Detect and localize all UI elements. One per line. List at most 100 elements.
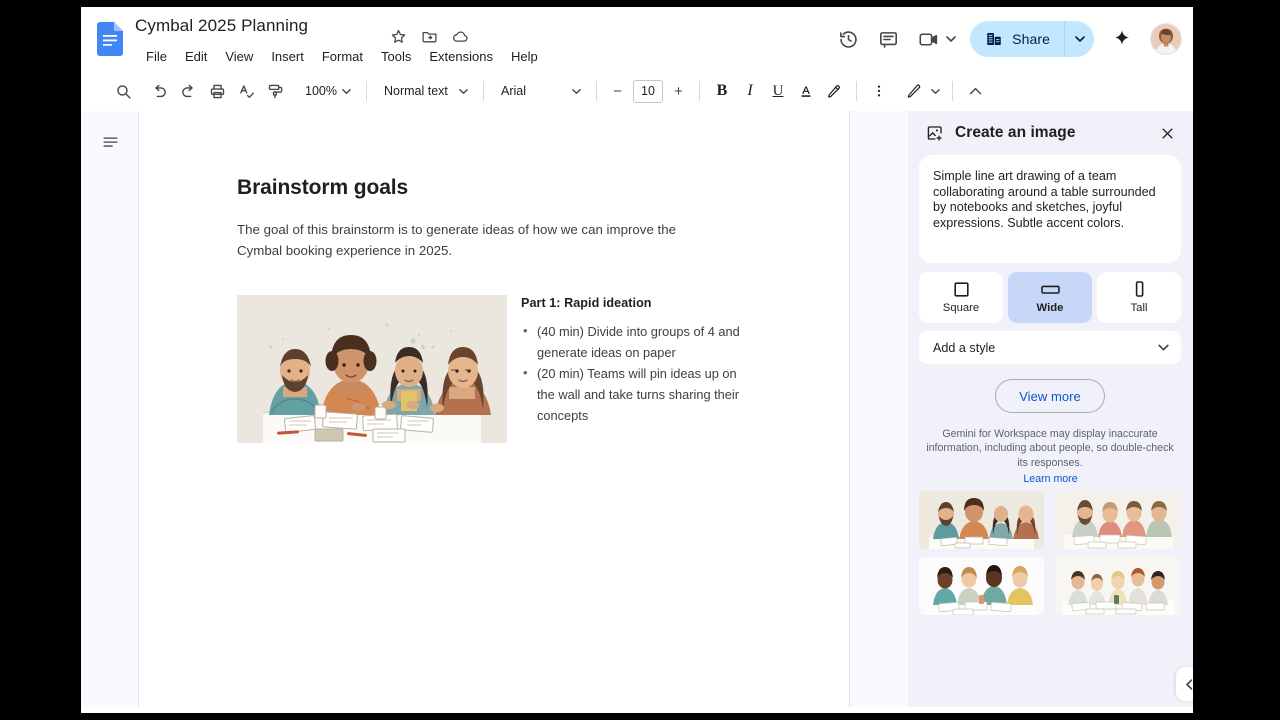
menu-insert[interactable]: Insert <box>262 47 313 66</box>
comment-icon[interactable] <box>868 19 908 59</box>
paragraph-style-value: Normal text <box>383 84 448 98</box>
print-icon[interactable] <box>203 77 232 106</box>
font-family-value: Arial <box>500 84 526 98</box>
zoom-selector[interactable]: 100% <box>297 77 358 105</box>
redo-icon[interactable] <box>174 77 203 106</box>
cloud-saved-icon[interactable] <box>452 28 469 45</box>
text-color-icon[interactable] <box>792 77 820 105</box>
avatar[interactable] <box>1150 23 1182 55</box>
menu-file[interactable]: File <box>137 47 176 66</box>
view-more-label: View more <box>1019 388 1081 404</box>
square-ratio-icon <box>953 281 969 297</box>
toolbar-divider <box>855 81 857 101</box>
title-block: Cymbal 2025 Planning <box>135 16 468 43</box>
italic-label: I <box>747 82 753 99</box>
toolbar-divider <box>595 81 597 101</box>
doc-heading: Brainstorm goals <box>237 176 409 199</box>
version-history-icon[interactable] <box>828 19 868 59</box>
highlight-pen-icon[interactable] <box>820 77 848 105</box>
undo-icon[interactable] <box>145 77 174 106</box>
learn-more-link[interactable]: Learn more <box>908 473 1193 485</box>
menu-extensions[interactable]: Extensions <box>420 47 502 66</box>
paragraph-style-selector[interactable]: Normal text <box>375 77 475 105</box>
formatting-toolbar: 100% Normal text Arial − 10 + B I U <box>81 71 1193 111</box>
gemini-sparkle-icon[interactable] <box>1102 19 1142 59</box>
generated-image-thumbnail-1[interactable] <box>919 491 1044 549</box>
menu-edit[interactable]: Edit <box>176 47 216 66</box>
google-docs-icon[interactable] <box>97 22 123 56</box>
star-icon[interactable] <box>390 28 407 45</box>
font-size-input[interactable]: 10 <box>632 79 663 103</box>
menu-tools[interactable]: Tools <box>372 47 420 66</box>
editing-pencil-icon[interactable] <box>900 77 928 105</box>
prompt-input[interactable]: Simple line art drawing of a team collab… <box>919 155 1181 263</box>
tall-ratio-icon <box>1134 281 1145 297</box>
google-docs-window: Cymbal 2025 Planning File Edit View Inse… <box>81 7 1193 713</box>
italic-button[interactable]: I <box>736 77 764 105</box>
toolbar-divider <box>951 81 953 101</box>
chevron-down-icon <box>339 83 355 99</box>
view-more-button[interactable]: View more <box>995 379 1105 413</box>
bullet-list: (40 min) Divide into groups of 4 and gen… <box>521 320 747 426</box>
window-bottom-edge <box>81 707 1193 713</box>
ratio-tall-label: Tall <box>1130 301 1148 314</box>
panel-title: Create an image <box>955 124 1076 141</box>
generated-image-thumbnail-2[interactable] <box>1056 491 1181 549</box>
top-right-actions: Share <box>828 17 1182 61</box>
collapse-panel-button[interactable] <box>1176 667 1193 701</box>
bold-button[interactable]: B <box>708 77 736 105</box>
ratio-wide-label: Wide <box>1036 301 1064 314</box>
font-family-selector[interactable]: Arial <box>492 77 588 105</box>
generated-image-grid <box>919 491 1181 615</box>
paint-format-icon[interactable] <box>261 77 290 106</box>
share-label: Share <box>1012 31 1050 47</box>
bullet-section: Part 1: Rapid ideation (40 min) Divide i… <box>521 295 747 443</box>
add-image-icon <box>926 124 944 142</box>
create-image-panel: Create an image Simple line art drawing … <box>908 111 1193 713</box>
menu-view[interactable]: View <box>216 47 262 66</box>
style-dropdown[interactable]: Add a style <box>919 331 1181 364</box>
document-page[interactable]: Brainstorm goals The goal of this brains… <box>138 111 850 713</box>
font-size-stepper: − 10 + <box>605 79 691 104</box>
chevron-down-icon[interactable] <box>944 32 958 46</box>
more-options-icon[interactable] <box>865 77 893 105</box>
menu-format[interactable]: Format <box>313 47 372 66</box>
screen: Cymbal 2025 Planning File Edit View Inse… <box>0 0 1280 720</box>
wide-ratio-icon <box>1040 282 1060 297</box>
spellcheck-icon[interactable] <box>232 77 261 106</box>
collapse-toolbar-button[interactable] <box>961 77 990 106</box>
ratio-square-button[interactable]: Square <box>919 272 1003 323</box>
share-dropdown-caret[interactable] <box>1064 21 1094 57</box>
chevron-down-icon <box>1158 342 1169 353</box>
font-size-increase-button[interactable]: + <box>666 79 691 104</box>
meet-video-icon[interactable] <box>908 19 948 59</box>
search-icon[interactable] <box>109 77 138 106</box>
generated-image-thumbnail-4[interactable] <box>1056 557 1181 615</box>
generated-image-thumbnail-3[interactable] <box>919 557 1044 615</box>
underline-label: U <box>772 82 784 99</box>
share-building-icon <box>985 30 1003 48</box>
left-rail <box>81 111 138 713</box>
top-bar: Cymbal 2025 Planning File Edit View Inse… <box>81 7 1193 71</box>
menu-help[interactable]: Help <box>502 47 547 66</box>
gemini-disclaimer: Gemini for Workspace may display inaccur… <box>926 428 1174 469</box>
menu-bar: File Edit View Insert Format Tools Exten… <box>137 47 547 66</box>
ratio-tall-button[interactable]: Tall <box>1097 272 1181 323</box>
ratio-square-label: Square <box>942 301 980 314</box>
list-item: (40 min) Divide into groups of 4 and gen… <box>521 320 747 363</box>
close-icon[interactable] <box>1154 120 1181 147</box>
ratio-wide-button[interactable]: Wide <box>1008 272 1092 323</box>
share-button[interactable]: Share <box>970 21 1064 57</box>
chevron-down-icon[interactable] <box>928 83 944 99</box>
page-content: Brainstorm goals The goal of this brains… <box>237 176 747 443</box>
font-size-decrease-button[interactable]: − <box>605 79 630 104</box>
page-title[interactable]: Cymbal 2025 Planning <box>135 16 308 36</box>
team-collaborating-illustration[interactable] <box>237 295 507 443</box>
meet-control <box>908 19 962 59</box>
section-title: Part 1: Rapid ideation <box>521 296 652 310</box>
bold-label: B <box>716 82 728 99</box>
underline-button[interactable]: U <box>764 77 792 105</box>
move-to-folder-icon[interactable] <box>421 28 438 45</box>
content-row: Part 1: Rapid ideation (40 min) Divide i… <box>237 295 747 443</box>
document-outline-icon[interactable] <box>93 125 127 159</box>
